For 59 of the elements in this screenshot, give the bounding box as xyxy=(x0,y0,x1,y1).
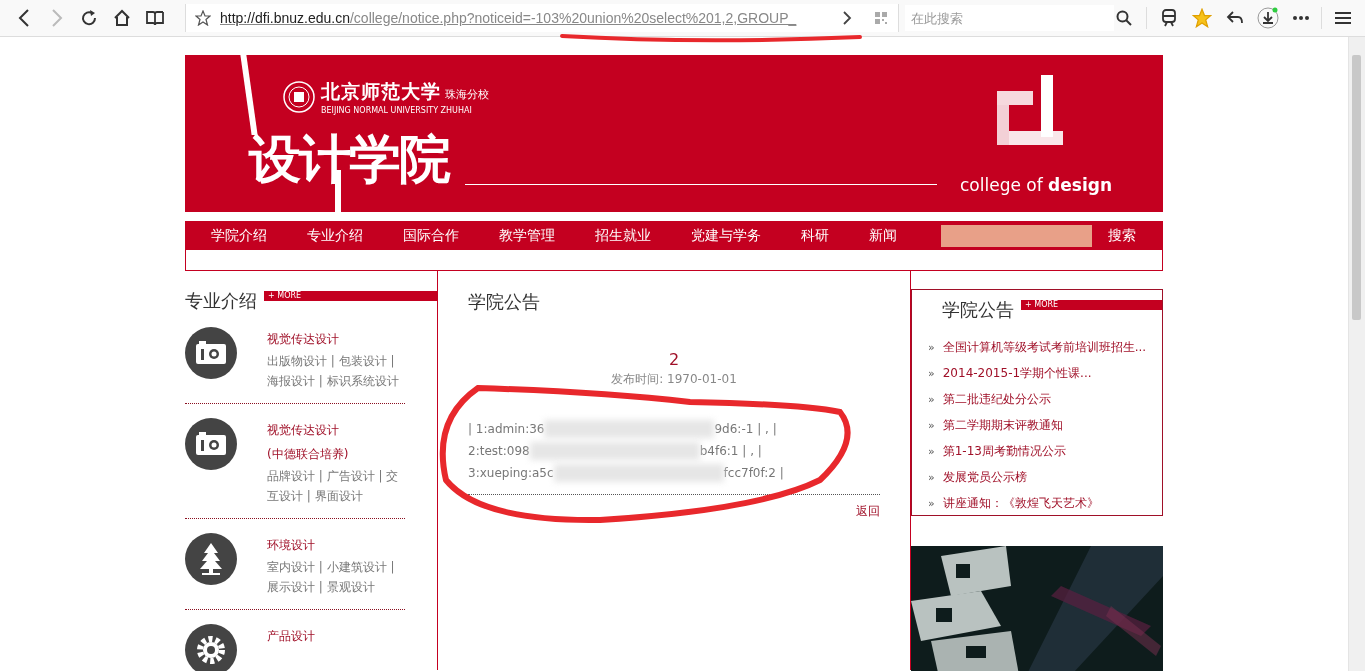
bullet-mark: » xyxy=(928,392,935,406)
nav-link[interactable]: 专业介绍 xyxy=(307,226,363,245)
announcement-link[interactable]: 讲座通知：《敦煌飞天艺术》 xyxy=(942,494,1099,512)
query-result-text: b4f6:1 | , | xyxy=(699,444,762,458)
nav-link[interactable]: 国际合作 xyxy=(403,226,459,245)
search-button[interactable]: 搜索 xyxy=(1102,225,1142,246)
more-link[interactable]: + MORE xyxy=(264,291,437,301)
favorites-star-icon[interactable] xyxy=(1191,7,1213,29)
back-link[interactable]: 返回 xyxy=(856,503,880,520)
query-result-text: | 1:admin:36 xyxy=(468,422,545,436)
bullet-mark: » xyxy=(928,366,935,380)
query-result-text: 9d6:-1 | , | xyxy=(714,422,777,436)
college-english-name: college of design xyxy=(960,175,1113,195)
bullet-mark: » xyxy=(928,444,935,458)
campus-name: 珠海分校 xyxy=(445,87,489,102)
university-english-name: BEIJING NORMAL UNIVERSITY ZHUHAI xyxy=(321,106,473,115)
specialty-list: 室内设计 | 小建筑设计 | 展示设计 | 景观设计 xyxy=(267,557,405,597)
major-link[interactable]: 环境设计 xyxy=(267,533,405,557)
nav-link[interactable]: 党建与学务 xyxy=(691,226,761,245)
section-title: 学院公告 xyxy=(468,290,541,314)
college-title: 设计学院 xyxy=(249,133,449,185)
announcement-link[interactable]: 发展党员公示榜 xyxy=(942,468,1027,486)
camera-icon xyxy=(185,418,237,470)
major-link[interactable]: 视觉传达设计 xyxy=(267,418,405,442)
major-link[interactable]: 视觉传达设计 xyxy=(267,327,405,351)
camera-icon xyxy=(185,327,237,379)
announcement-link[interactable]: 全国计算机等级考试考前培训班招生... xyxy=(942,338,1147,356)
specialty-list: 品牌设计 | 广告设计 | 交互设计 | 界面设计 xyxy=(267,466,405,506)
search-field[interactable]: 在此搜索 xyxy=(904,5,1114,31)
notice-title: 2 xyxy=(667,350,681,369)
tree-icon xyxy=(185,533,237,585)
query-result-text: 2:test:098 xyxy=(468,444,530,458)
specialty-list: 出版物设计 | 包装设计 | 海报设计 | 标识系统设计 xyxy=(267,351,405,391)
section-title: 专业介绍 xyxy=(185,289,257,313)
announcement-link[interactable]: 第二批违纪处分公示 xyxy=(942,390,1051,408)
query-result-text: fcc7f0f:2 | xyxy=(723,466,784,480)
announcement-link[interactable]: 第二学期期末评教通知 xyxy=(942,416,1063,434)
download-icon[interactable] xyxy=(1256,7,1279,29)
nav-link[interactable]: 招生就业 xyxy=(595,226,651,245)
query-result-text: 3:xueping:a5c xyxy=(468,466,554,480)
nav-link[interactable]: 教学管理 xyxy=(499,226,555,245)
nav-link[interactable]: 科研 xyxy=(801,226,829,245)
bullet-mark: » xyxy=(928,496,935,510)
bullet-mark: » xyxy=(928,470,935,484)
section-title: 学院公告 xyxy=(942,298,1014,322)
nav-link[interactable]: 学院介绍 xyxy=(211,226,267,245)
announcement-link[interactable]: 2014-2015-1学期个性课... xyxy=(942,364,1092,382)
bullet-mark: » xyxy=(928,340,935,354)
bullet-mark: » xyxy=(928,418,935,432)
site-search-field[interactable] xyxy=(941,224,1092,247)
nav-link[interactable]: 新闻 xyxy=(869,226,897,245)
scrollbar[interactable] xyxy=(1348,37,1365,671)
more-link[interactable]: + MORE xyxy=(1021,300,1162,310)
major-link[interactable]: (中德联合培养) xyxy=(267,442,405,466)
publish-date: 发布时间: 1970-01-01 xyxy=(610,371,738,388)
seal-icon xyxy=(283,81,315,113)
major-link[interactable]: 产品设计 xyxy=(267,624,315,648)
announcement-link[interactable]: 第1-13周考勤情况公示 xyxy=(942,442,1066,460)
university-name: 北京师范大学 xyxy=(321,79,441,104)
